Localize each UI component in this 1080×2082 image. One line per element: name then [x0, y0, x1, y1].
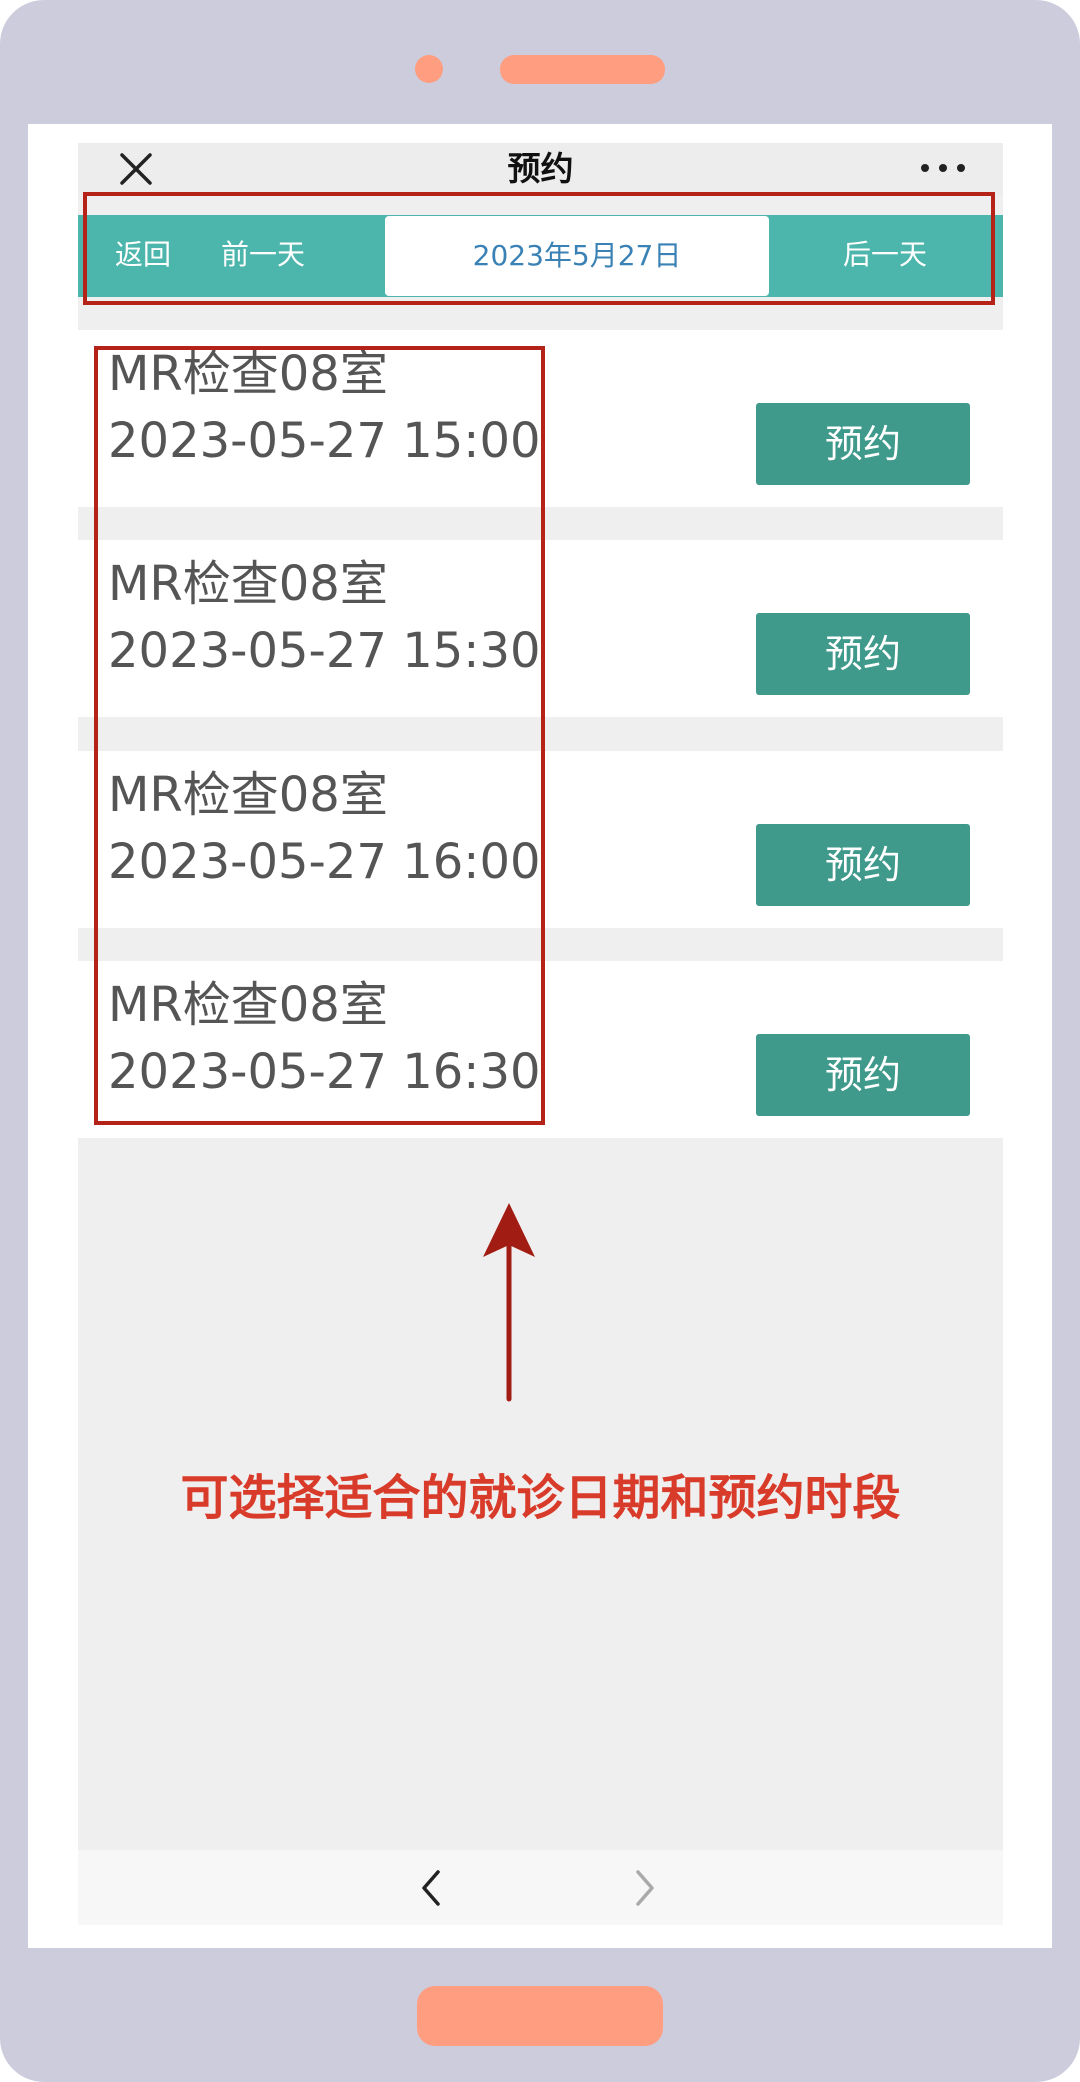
- more-icon[interactable]: [921, 161, 967, 175]
- speaker-slot: [500, 55, 665, 84]
- app-view: 预约 返回 前一天 后一天 2023年5月27日 MR检查08室 2023-05…: [78, 143, 1003, 1925]
- annotation-text: 可选择适合的就诊日期和预约时段: [180, 1470, 901, 1526]
- bottom-nav-bar: [78, 1850, 1003, 1925]
- chevron-left-icon[interactable]: [416, 1868, 446, 1908]
- chevron-right-icon[interactable]: [630, 1868, 660, 1908]
- phone-frame: 预约 返回 前一天 后一天 2023年5月27日 MR检查08室 2023-05…: [0, 0, 1080, 2082]
- date-bar-highlight-box: [83, 192, 995, 305]
- book-button[interactable]: 预约: [756, 613, 970, 695]
- home-button[interactable]: [417, 1986, 663, 2046]
- book-button[interactable]: 预约: [756, 1034, 970, 1116]
- up-arrow-icon: [483, 1203, 535, 1402]
- camera-dot: [415, 55, 443, 83]
- page-title: 预约: [507, 149, 574, 188]
- slots-highlight-box: [94, 346, 545, 1125]
- book-button[interactable]: 预约: [756, 403, 970, 485]
- book-button[interactable]: 预约: [756, 824, 970, 906]
- title-bar: 预约: [78, 143, 1003, 195]
